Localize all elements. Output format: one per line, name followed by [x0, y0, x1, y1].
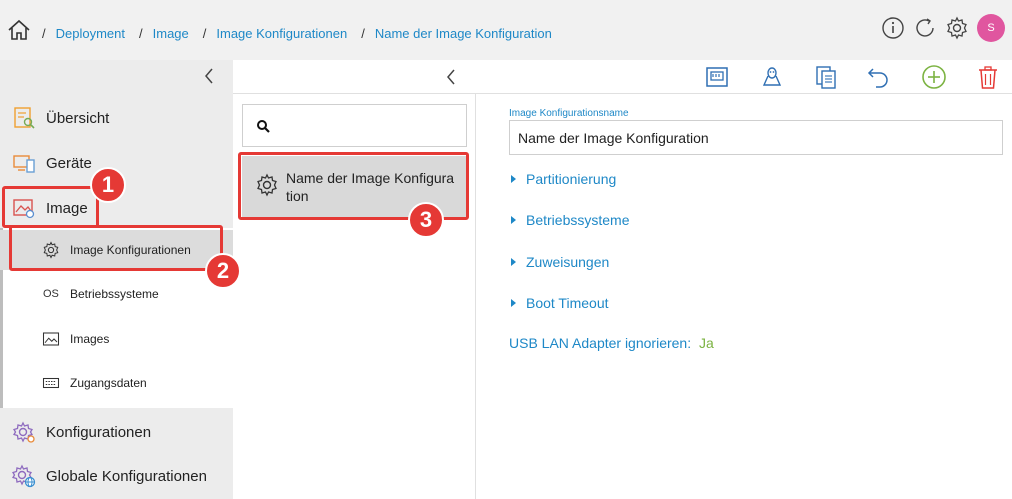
- caret-right-icon: [511, 216, 516, 224]
- breadcrumb-current[interactable]: Name der Image Konfiguration: [375, 26, 552, 41]
- section-boot-timeout[interactable]: Boot Timeout: [511, 295, 609, 311]
- undo-icon[interactable]: [866, 64, 892, 90]
- top-bar: / Deployment / Image / Image Konfigurati…: [0, 0, 1012, 60]
- copy-icon[interactable]: [813, 64, 839, 90]
- devices-icon: [13, 155, 35, 173]
- search-box[interactable]: [242, 104, 467, 147]
- caret-right-icon: [511, 258, 516, 266]
- sidebar-subitem-betriebssysteme[interactable]: OS Betriebssysteme: [0, 274, 233, 314]
- name-field-label: Image Konfigurationsname: [509, 108, 629, 119]
- section-label: Boot Timeout: [526, 295, 609, 311]
- highlight-image: [2, 186, 99, 228]
- toolbar: [233, 60, 1012, 94]
- breadcrumb-separator: /: [361, 26, 365, 41]
- header-actions: S: [881, 14, 1005, 42]
- collapse-list-icon[interactable]: [443, 67, 459, 87]
- section-label: Betriebssysteme: [526, 212, 630, 228]
- global-configurations-icon: [12, 464, 36, 488]
- configurations-icon: [13, 421, 35, 443]
- section-label: Partitionierung: [526, 171, 617, 187]
- search-icon: [257, 120, 270, 133]
- refresh-icon[interactable]: [913, 16, 937, 40]
- detail-panel: Image Konfigurationsname Name der Image …: [477, 95, 1012, 499]
- usb-lan-adapter-setting: USB LAN Adapter ignorieren: Ja: [509, 335, 714, 351]
- caret-right-icon: [511, 299, 516, 307]
- section-betriebssysteme[interactable]: Betriebssysteme: [511, 212, 629, 228]
- sidebar-item-label: Konfigurationen: [46, 423, 152, 441]
- breadcrumb: / Deployment / Image / Image Konfigurati…: [40, 26, 564, 41]
- home-icon[interactable]: [7, 19, 31, 41]
- breadcrumb-separator: /: [42, 26, 46, 41]
- annotation-badge-2: 2: [205, 253, 241, 289]
- collapse-sidebar-icon[interactable]: [201, 66, 217, 86]
- usb-lan-label: USB LAN Adapter ignorieren:: [509, 335, 692, 351]
- section-partitionierung[interactable]: Partitionierung: [511, 171, 616, 187]
- section-zuweisungen[interactable]: Zuweisungen: [511, 254, 609, 270]
- user-avatar[interactable]: S: [977, 14, 1005, 42]
- annotation-badge-1: 1: [90, 167, 126, 203]
- keyboard-icon: [42, 377, 60, 389]
- breadcrumb-image[interactable]: Image: [153, 26, 189, 41]
- sidebar-subitem-zugangsdaten[interactable]: Zugangsdaten: [0, 363, 233, 403]
- breadcrumb-deployment[interactable]: Deployment: [56, 26, 125, 41]
- name-field[interactable]: Name der Image Konfiguration: [509, 120, 1003, 155]
- network-icon[interactable]: [704, 64, 730, 90]
- sidebar-item-label: Übersicht: [46, 109, 110, 127]
- overview-icon: [14, 107, 35, 129]
- sidebar-item-uebersicht[interactable]: Übersicht: [0, 98, 233, 138]
- caret-right-icon: [511, 175, 516, 183]
- section-label: Zuweisungen: [526, 254, 610, 270]
- sidebar-item-globale-konfigurationen[interactable]: Globale Konfigurationen: [0, 456, 233, 496]
- info-icon[interactable]: [881, 16, 905, 40]
- usb-lan-value[interactable]: Ja: [699, 335, 714, 351]
- image-icon: [42, 332, 60, 346]
- annotation-badge-3: 3: [408, 202, 444, 238]
- breadcrumb-image-konfigurationen[interactable]: Image Konfigurationen: [216, 26, 347, 41]
- linux-icon[interactable]: [759, 64, 785, 90]
- sidebar-subitem-label: Betriebssysteme: [70, 287, 159, 301]
- sidebar-subitem-images[interactable]: Images: [0, 319, 233, 359]
- add-icon[interactable]: [921, 64, 947, 90]
- sidebar-subitem-label: Images: [70, 332, 110, 346]
- delete-icon[interactable]: [975, 64, 1001, 90]
- breadcrumb-separator: /: [202, 26, 207, 41]
- os-prefix: OS: [43, 288, 59, 300]
- sidebar-item-konfigurationen[interactable]: Konfigurationen: [0, 412, 233, 452]
- highlight-image-konfigurationen: [9, 225, 223, 271]
- sidebar-subitem-label: Zugangsdaten: [70, 376, 147, 390]
- sidebar-item-label: Globale Konfigurationen: [46, 467, 207, 485]
- breadcrumb-separator: /: [139, 26, 143, 41]
- sidebar-item-label: Geräte: [46, 154, 92, 172]
- search-input[interactable]: [279, 115, 459, 137]
- sidebar: Übersicht Geräte Image Image Konfigurati…: [0, 60, 233, 499]
- settings-icon[interactable]: [945, 16, 969, 40]
